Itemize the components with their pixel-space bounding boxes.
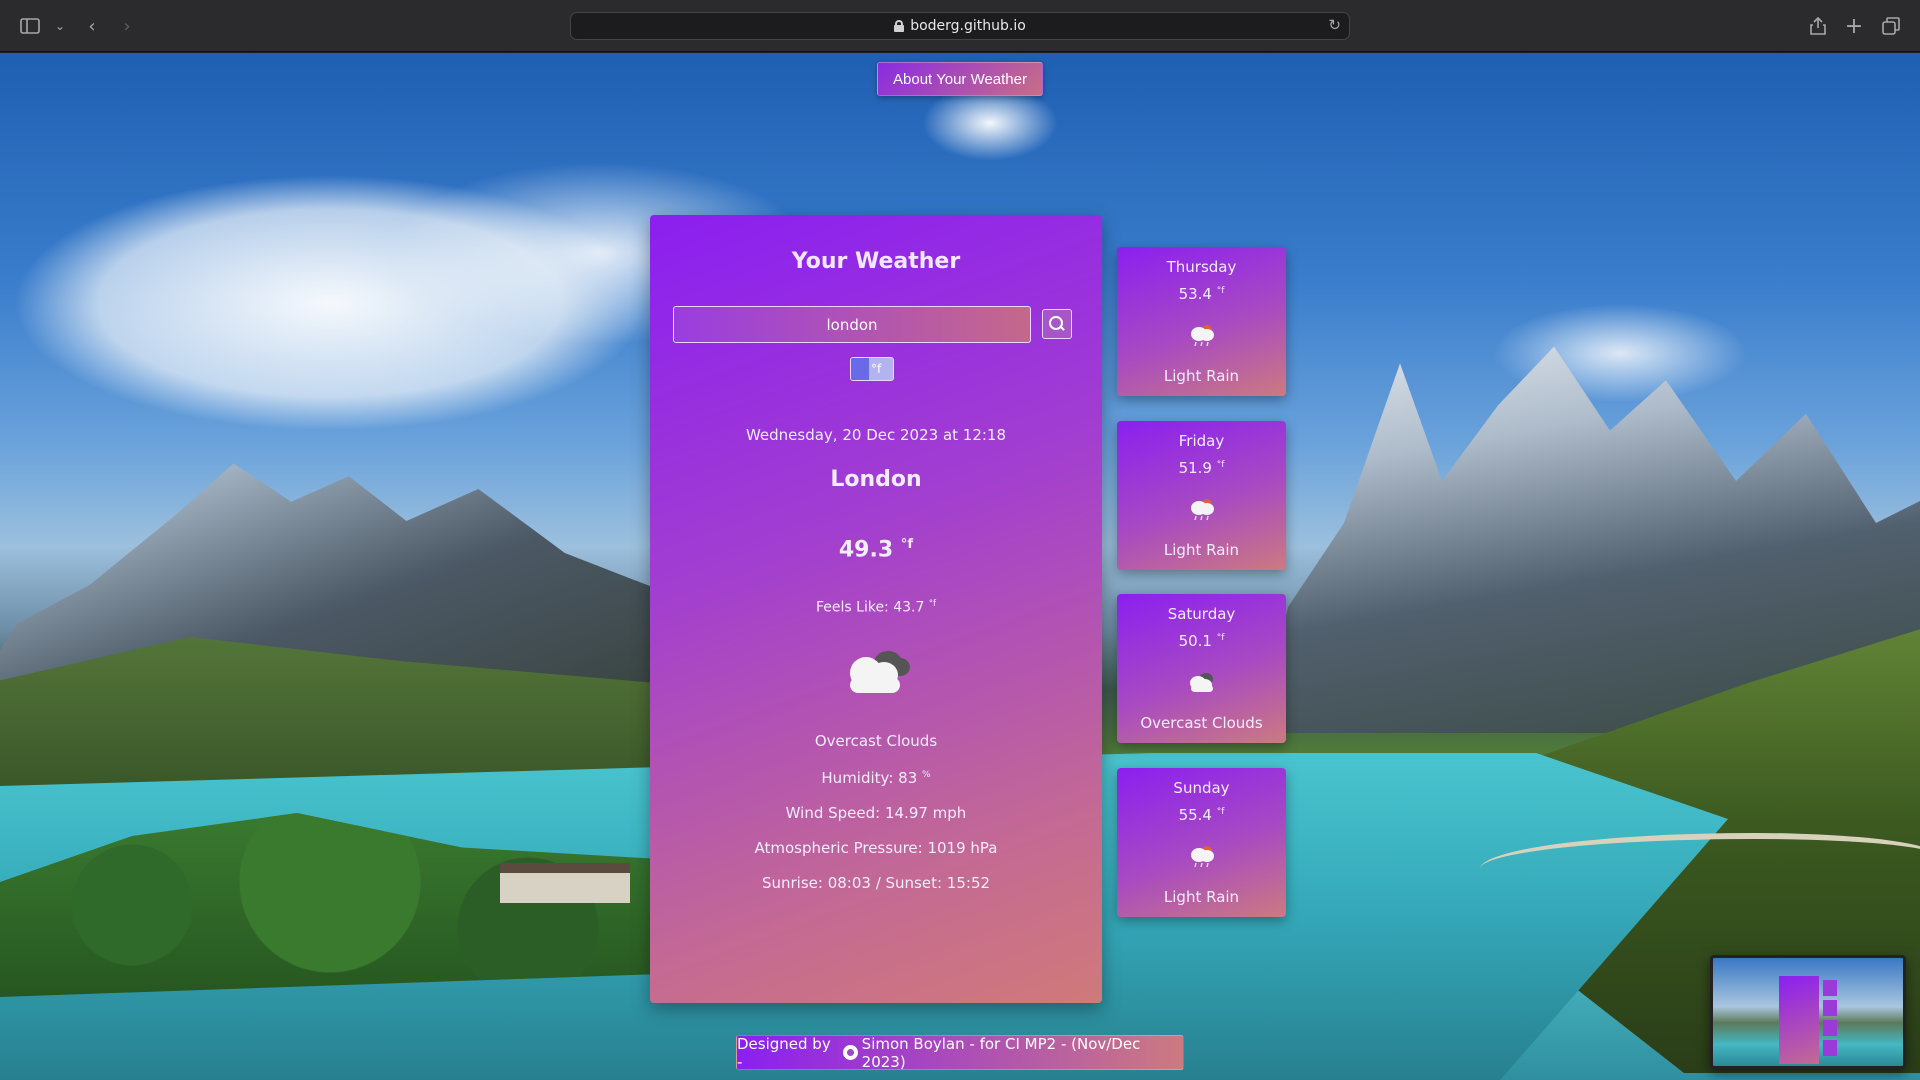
app-title: Your Weather <box>791 249 961 274</box>
forecast-temp-value: 55.4 <box>1178 806 1212 824</box>
unit-toggle-label: °f <box>871 362 882 376</box>
humidity: Humidity: 83 % <box>650 769 1102 787</box>
forecast-temp-value: 51.9 <box>1178 459 1212 477</box>
forecast-temperature: 53.4 °f <box>1117 285 1286 303</box>
atmospheric-pressure: Atmospheric Pressure: 1019 hPa <box>754 839 998 857</box>
about-weather-button[interactable]: About Your Weather <box>877 62 1043 96</box>
github-icon[interactable] <box>842 1045 858 1060</box>
forecast-temp-unit: °f <box>1216 286 1225 296</box>
new-tab-icon[interactable]: + <box>1842 14 1866 39</box>
forecast-temp-unit: °f <box>1216 633 1225 643</box>
forecast-description: Light Rain <box>1163 367 1240 385</box>
reload-icon[interactable]: ↻ <box>1328 16 1341 34</box>
overcast-clouds-icon <box>842 645 914 697</box>
feels-like-unit: °f <box>928 598 936 608</box>
footer-credit: Designed by - Simon Boylan - for CI MP2 … <box>736 1034 1184 1071</box>
url-text: boderg.github.io <box>910 18 1026 34</box>
background-house <box>500 863 630 903</box>
forecast-day: Saturday <box>1167 605 1236 623</box>
thumbnail-forecast <box>1823 1020 1837 1036</box>
browser-toolbar: ⌄ ‹ › boderg.github.io ↻ + <box>0 0 1920 52</box>
footer-author-link[interactable]: Simon Boylan - for CI MP2 - (Nov/Dec 202… <box>862 1035 1183 1071</box>
forecast-temperature: 50.1 °f <box>1117 632 1286 650</box>
address-bar[interactable]: boderg.github.io ↻ <box>570 12 1350 40</box>
sunrise-sunset: Sunrise: 08:03 / Sunset: 15:52 <box>761 874 991 892</box>
page-background: About Your Weather Your Weather °f Wedne… <box>0 53 1920 1080</box>
thumbnail-forecast <box>1823 980 1837 996</box>
footer-prefix: Designed by - <box>737 1034 831 1071</box>
forecast-card-saturday: Saturday 50.1 °f Overcast Clouds <box>1117 594 1286 743</box>
current-weather-card: Your Weather °f Wednesday, 20 Dec 2023 a… <box>650 215 1102 1003</box>
forecast-temperature: 55.4 °f <box>1117 806 1286 824</box>
current-temperature: 49.3 °f <box>650 537 1102 562</box>
forecast-temp-value: 53.4 <box>1178 285 1212 303</box>
temperature-value: 49.3 <box>838 537 894 563</box>
city-search-input[interactable] <box>673 306 1031 343</box>
unit-toggle[interactable]: °f <box>850 357 894 381</box>
light-rain-icon <box>1187 844 1217 868</box>
forecast-temp-unit: °f <box>1216 807 1225 817</box>
sidebar-toggle-icon[interactable] <box>18 14 42 38</box>
forecast-temperature: 51.9 °f <box>1117 459 1286 477</box>
weather-description: Overcast Clouds <box>814 732 938 750</box>
forecast-day: Sunday <box>1173 779 1230 797</box>
thumbnail-forecast <box>1823 1000 1837 1016</box>
thumbnail-forecast <box>1823 1040 1837 1056</box>
forecast-description: Light Rain <box>1163 888 1240 906</box>
picture-in-picture-thumbnail[interactable] <box>1710 955 1906 1069</box>
forward-arrow-icon[interactable]: › <box>115 14 139 38</box>
chevron-down-icon[interactable]: ⌄ <box>48 14 72 38</box>
light-rain-icon <box>1187 497 1217 521</box>
search-button[interactable] <box>1042 309 1072 339</box>
feels-like: Feels Like: 43.7 °f <box>650 598 1102 616</box>
forecast-card-friday: Friday 51.9 °f Light Rain <box>1117 421 1286 570</box>
forecast-day: Thursday <box>1166 258 1237 276</box>
humidity-value: Humidity: 83 <box>821 769 918 787</box>
humidity-unit: % <box>922 770 931 780</box>
temperature-unit: °f <box>900 537 914 552</box>
light-rain-icon <box>1187 323 1217 347</box>
forecast-card-thursday: Thursday 53.4 °f Light Rain <box>1117 247 1286 396</box>
search-icon <box>1049 316 1065 332</box>
forecast-temp-value: 50.1 <box>1178 632 1212 650</box>
forecast-day: Friday <box>1178 432 1225 450</box>
thumbnail-card <box>1779 976 1819 1064</box>
lock-icon <box>894 20 905 32</box>
feels-like-value: Feels Like: 43.7 <box>816 599 925 616</box>
toggle-knob <box>851 358 869 380</box>
tab-overview-icon[interactable] <box>1879 14 1903 38</box>
share-icon[interactable] <box>1806 14 1830 38</box>
city-name: London <box>830 467 922 492</box>
forecast-card-sunday: Sunday 55.4 °f Light Rain <box>1117 768 1286 917</box>
date-time: Wednesday, 20 Dec 2023 at 12:18 <box>745 426 1007 444</box>
overcast-clouds-icon <box>1187 670 1217 694</box>
back-arrow-icon[interactable]: ‹ <box>80 14 104 38</box>
forecast-description: Light Rain <box>1163 541 1240 559</box>
forecast-temp-unit: °f <box>1216 460 1225 470</box>
forecast-description: Overcast Clouds <box>1140 714 1263 732</box>
wind-speed: Wind Speed: 14.97 mph <box>785 804 967 822</box>
